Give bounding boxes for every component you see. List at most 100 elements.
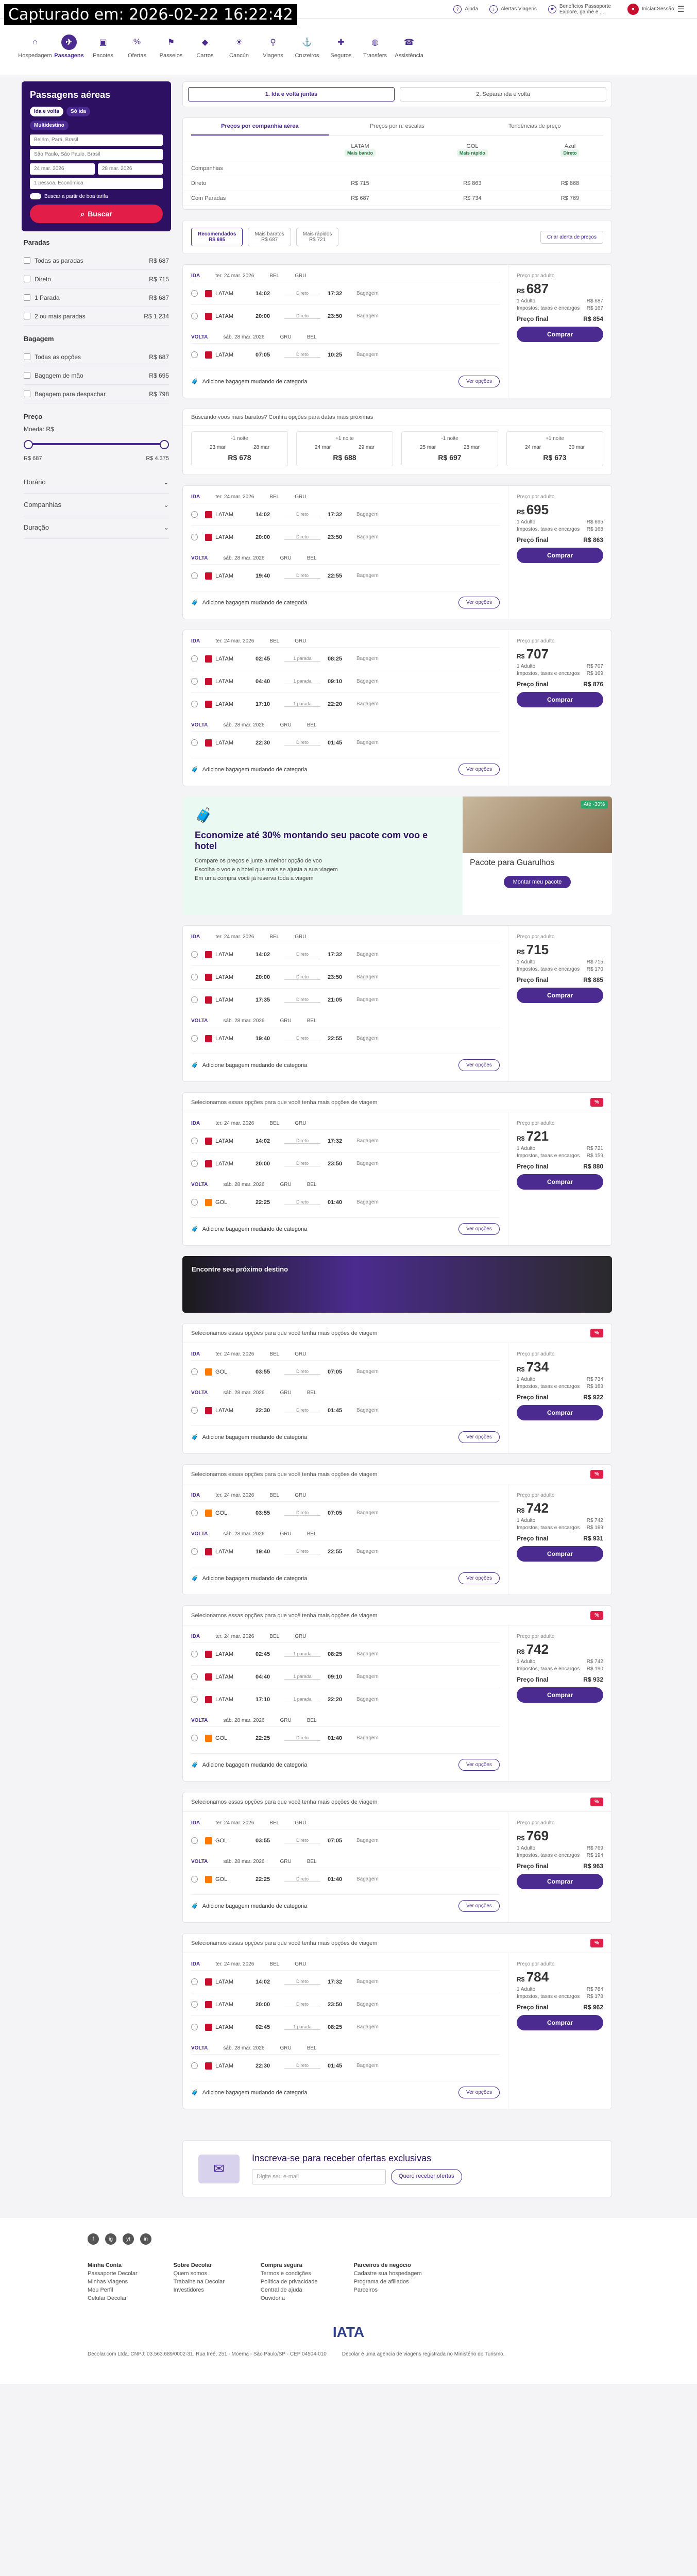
accordion-1[interactable]: Companhias ⌄ xyxy=(24,494,169,516)
radio-button[interactable] xyxy=(191,572,198,579)
buy-button[interactable]: Comprar xyxy=(517,327,603,342)
flight-option[interactable]: LATAM 20:00 Direto 23:50 Bagagem xyxy=(191,526,500,548)
nav-11[interactable]: ☎ Assistência xyxy=(395,35,423,59)
footer-link[interactable]: Minhas Viagens xyxy=(88,2279,138,2285)
radio-button[interactable] xyxy=(191,1160,198,1167)
leg-option-together[interactable]: 1. Ida e volta juntas xyxy=(188,87,395,101)
leg-option-separate[interactable]: 2. Separar ida e volta xyxy=(400,87,606,101)
flight-option[interactable]: LATAM 19:40 Direto 22:55 Bagagem xyxy=(191,1540,500,1563)
matrix-cell[interactable]: R$ 863 xyxy=(463,180,481,187)
flight-option[interactable]: LATAM 04:40 1 parada 09:10 Bagagem xyxy=(191,1665,500,1688)
trip-type-multi[interactable]: Multidestino xyxy=(30,121,69,130)
flight-option[interactable]: LATAM 14:02 Direto 17:32 Bagagem xyxy=(191,1970,500,1993)
footer-link[interactable]: Termos e condições xyxy=(261,2270,318,2277)
radio-button[interactable] xyxy=(191,951,198,958)
flight-option[interactable]: LATAM 20:00 Direto 23:50 Bagagem xyxy=(191,304,500,327)
radio-button[interactable] xyxy=(191,1510,198,1516)
see-options-button[interactable]: Ver opções xyxy=(458,1059,500,1071)
footer-link[interactable]: Trabalhe na Decolar xyxy=(174,2279,225,2285)
footer-link[interactable]: Meu Perfil xyxy=(88,2287,138,2293)
flex-date-option[interactable]: +1 noite 24 mar 29 mar R$ 688 xyxy=(296,431,393,466)
radio-button[interactable] xyxy=(191,351,198,358)
social-icon-0[interactable]: f xyxy=(88,2233,99,2245)
radio-button[interactable] xyxy=(191,1651,198,1657)
matrix-cell[interactable]: R$ 715 xyxy=(351,180,369,187)
matrix-tab-2[interactable]: Tendências de preço xyxy=(466,118,603,135)
stops-filter-row[interactable]: Todas as paradas R$ 687 xyxy=(24,251,169,270)
flight-option[interactable]: LATAM 20:00 Direto 23:50 Bagagem xyxy=(191,965,500,988)
flight-option[interactable]: LATAM 14:02 Direto 17:32 Bagagem xyxy=(191,503,500,526)
nav-8[interactable]: ⚓ Cruzeiros xyxy=(294,35,320,59)
flight-option[interactable]: GOL 03:55 Direto 07:05 Bagagem xyxy=(191,1360,500,1383)
currency-selector[interactable]: Moeda: R$ xyxy=(24,426,169,433)
flight-option[interactable]: LATAM 14:02 Direto 17:32 Bagagem xyxy=(191,943,500,965)
checkbox[interactable] xyxy=(24,372,30,379)
radio-button[interactable] xyxy=(191,1199,198,1206)
footer-link[interactable]: Investidores xyxy=(174,2287,225,2293)
flex-date-option[interactable]: -1 noite 23 mar 28 mar R$ 678 xyxy=(191,431,288,466)
see-options-button[interactable]: Ver opções xyxy=(458,1900,500,1912)
see-options-button[interactable]: Ver opções xyxy=(458,1431,500,1443)
flight-option[interactable]: LATAM 02:45 1 parada 08:25 Bagagem xyxy=(191,1642,500,1665)
ad-banner[interactable]: Encontre seu próximo destino xyxy=(182,1256,612,1313)
flight-option[interactable]: LATAM 07:05 Direto 10:25 Bagagem xyxy=(191,343,500,366)
destination-field[interactable]: São Paulo, São Paulo, Brasil xyxy=(30,149,163,160)
radio-button[interactable] xyxy=(191,2001,198,2008)
buy-button[interactable]: Comprar xyxy=(517,692,603,707)
social-icon-3[interactable]: in xyxy=(140,2233,151,2245)
radio-button[interactable] xyxy=(191,1876,198,1883)
footer-link[interactable]: Celular Decolar xyxy=(88,2295,138,2301)
radio-button[interactable] xyxy=(191,1035,198,1042)
radio-button[interactable] xyxy=(191,511,198,518)
nav-10[interactable]: ◍ Transfers xyxy=(362,35,388,59)
see-options-button[interactable]: Ver opções xyxy=(458,1759,500,1771)
radio-button[interactable] xyxy=(191,678,198,685)
radio-button[interactable] xyxy=(191,534,198,540)
matrix-airline[interactable]: LATAM xyxy=(312,143,408,149)
radio-button[interactable] xyxy=(191,655,198,662)
search-button[interactable]: ⌕ Buscar xyxy=(30,205,163,223)
matrix-airline[interactable]: Azul xyxy=(537,143,603,149)
newsletter-email-input[interactable]: Digite seu e-mail xyxy=(252,2169,386,2184)
accordion-2[interactable]: Duração ⌄ xyxy=(24,516,169,539)
radio-button[interactable] xyxy=(191,1837,198,1844)
flight-option[interactable]: LATAM 22:30 Direto 01:45 Bagagem xyxy=(191,731,500,754)
nav-6[interactable]: ☀ Cancún xyxy=(226,35,252,59)
buy-button[interactable]: Comprar xyxy=(517,1687,603,1703)
origin-field[interactable]: Belém, Pará, Brasil xyxy=(30,134,163,146)
flight-option[interactable]: LATAM 17:35 Direto 21:05 Bagagem xyxy=(191,988,500,1011)
checkbox[interactable] xyxy=(24,294,30,301)
nav-7[interactable]: ⚲ Viagens xyxy=(260,35,286,59)
newsletter-button[interactable]: Quero receber ofertas xyxy=(391,2169,462,2184)
flight-option[interactable]: LATAM 19:40 Direto 22:55 Bagagem xyxy=(191,1027,500,1049)
help-link[interactable]: ? Ajuda xyxy=(453,5,478,13)
stops-filter-row[interactable]: Direto R$ 715 xyxy=(24,270,169,289)
sort-option-1[interactable]: Mais baratos R$ 687 xyxy=(248,228,291,246)
benefits-link[interactable]: ★ Benefícios Passaporte Explore, ganhe e … xyxy=(548,4,616,15)
footer-link[interactable]: Passaporte Decolar xyxy=(88,2270,138,2277)
matrix-tab-1[interactable]: Preços por n. escalas xyxy=(329,118,466,135)
radio-button[interactable] xyxy=(191,2024,198,2030)
bags-filter-row[interactable]: Todas as opções R$ 687 xyxy=(24,348,169,366)
see-options-button[interactable]: Ver opções xyxy=(458,2087,500,2098)
passengers-field[interactable]: 1 pessoa, Econômica xyxy=(30,178,163,189)
login-link[interactable]: ● Iniciar Sessão ☰ xyxy=(627,3,685,15)
flight-option[interactable]: GOL 22:25 Direto 01:40 Bagagem xyxy=(191,1868,500,1890)
matrix-cell[interactable]: R$ 734 xyxy=(463,195,481,201)
price-alert-button[interactable]: Criar alerta de preços xyxy=(540,230,603,244)
radio-button[interactable] xyxy=(191,974,198,980)
footer-link[interactable]: Central de ajuda xyxy=(261,2287,318,2293)
social-icon-1[interactable]: ig xyxy=(105,2233,116,2245)
flight-option[interactable]: LATAM 02:45 1 parada 08:25 Bagagem xyxy=(191,2015,500,2038)
flight-option[interactable]: LATAM 14:02 Direto 17:32 Bagagem xyxy=(191,1129,500,1152)
radio-button[interactable] xyxy=(191,1548,198,1555)
checkbox[interactable] xyxy=(24,313,30,319)
sort-option-0[interactable]: Recomendados R$ 695 xyxy=(191,228,243,246)
radio-button[interactable] xyxy=(191,996,198,1003)
radio-button[interactable] xyxy=(191,290,198,297)
flight-option[interactable]: GOL 22:25 Direto 01:40 Bagagem xyxy=(191,1726,500,1749)
nav-5[interactable]: ◆ Carros xyxy=(192,35,218,59)
footer-link[interactable]: Programa de afiliados xyxy=(354,2279,422,2285)
date-out-field[interactable]: 24 mar. 2026 xyxy=(30,163,95,175)
flight-option[interactable]: LATAM 20:00 Direto 23:50 Bagagem xyxy=(191,1993,500,2015)
